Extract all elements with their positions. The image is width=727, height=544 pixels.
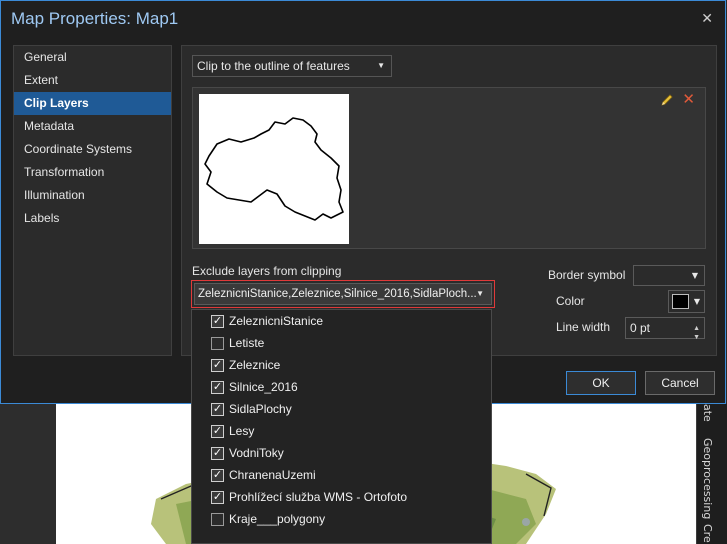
checkbox-checked[interactable]: ✓ bbox=[211, 359, 224, 372]
exclude-layers-dropdown[interactable]: ZeleznicniStanice,Zeleznice,Silnice_2016… bbox=[191, 280, 495, 308]
dialog-title: Map Properties: Map1 bbox=[11, 9, 179, 28]
list-item[interactable]: Kraje___polygony bbox=[192, 508, 491, 530]
nav-item-metadata[interactable]: Metadata bbox=[14, 115, 171, 138]
list-item[interactable]: ✓ Silnice_2016 bbox=[192, 376, 491, 398]
chevron-down-icon: ▼ bbox=[693, 297, 700, 306]
dock-tab-create[interactable]: Cre bbox=[701, 524, 714, 543]
checkbox-checked[interactable]: ✓ bbox=[211, 315, 224, 328]
layer-label: ChranenaUzemi bbox=[229, 468, 316, 482]
line-width-input[interactable]: 0 pt ▲ ▼ bbox=[625, 317, 705, 341]
checkbox-checked[interactable]: ✓ bbox=[211, 381, 224, 394]
chevron-down-icon: ▼ bbox=[377, 61, 385, 70]
nav-item-transformation[interactable]: Transformation bbox=[14, 161, 171, 184]
line-width-value: 0 pt bbox=[630, 321, 651, 335]
checkbox-checked[interactable]: ✓ bbox=[211, 469, 224, 482]
checkbox-checked[interactable]: ✓ bbox=[211, 403, 224, 416]
layer-label: Kraje___polygony bbox=[229, 512, 326, 526]
color-picker-button[interactable]: ▼ bbox=[668, 290, 705, 313]
dock-tab-geoprocessing[interactable]: Geoprocessing bbox=[701, 438, 714, 519]
pencil-icon[interactable] bbox=[659, 92, 675, 108]
checkbox-unchecked[interactable] bbox=[211, 513, 224, 526]
checkbox-checked[interactable]: ✓ bbox=[211, 447, 224, 460]
layer-label: SidlaPlochy bbox=[229, 402, 292, 416]
list-item[interactable]: ✓ VodniToky bbox=[192, 442, 491, 464]
border-symbol-label: Border symbol bbox=[548, 268, 626, 282]
layer-label: Zeleznice bbox=[229, 358, 281, 372]
exclude-layers-field[interactable]: ZeleznicniStanice,Zeleznice,Silnice_2016… bbox=[194, 283, 492, 305]
exclude-layers-label: Exclude layers from clipping bbox=[192, 264, 342, 278]
clip-mode-dropdown[interactable]: Clip to the outline of features ▼ bbox=[192, 55, 392, 77]
exclude-layers-value: ZeleznicniStanice,Zeleznice,Silnice_2016… bbox=[198, 288, 477, 300]
layer-label: ZeleznicniStanice bbox=[229, 314, 324, 328]
region-outline-graphic bbox=[204, 117, 344, 221]
color-swatch bbox=[672, 294, 689, 309]
nav-item-general[interactable]: General bbox=[14, 46, 171, 69]
ok-button[interactable]: OK bbox=[566, 371, 636, 395]
list-item[interactable]: ✓ Lesy bbox=[192, 420, 491, 442]
border-symbol-dropdown[interactable]: ▼ bbox=[633, 265, 705, 286]
layer-label: Lesy bbox=[229, 424, 255, 438]
dock-tab-partial[interactable]: ate bbox=[701, 404, 714, 422]
layer-label: Letiste bbox=[229, 336, 265, 350]
nav-item-coordinate-systems[interactable]: Coordinate Systems bbox=[14, 138, 171, 161]
layer-label: Silnice_2016 bbox=[229, 380, 298, 394]
layer-label: Prohlížecí služba WMS - Ortofoto bbox=[229, 490, 408, 504]
nav-item-extent[interactable]: Extent bbox=[14, 69, 171, 92]
app-right-dock: ate Geoprocessing Cre bbox=[696, 404, 727, 544]
nav-item-clip-layers[interactable]: Clip Layers bbox=[14, 92, 171, 115]
list-item[interactable]: ✓ Prohlížecí služba WMS - Ortofoto bbox=[192, 486, 491, 508]
clip-mode-value: Clip to the outline of features bbox=[197, 59, 350, 73]
delete-icon[interactable]: ✕ bbox=[682, 90, 695, 108]
clip-preview-area: ✕ bbox=[192, 87, 706, 249]
checkbox-checked[interactable]: ✓ bbox=[211, 491, 224, 504]
color-label: Color bbox=[556, 294, 585, 308]
nav-item-illumination[interactable]: Illumination bbox=[14, 184, 171, 207]
checkbox-checked[interactable]: ✓ bbox=[211, 425, 224, 438]
list-item[interactable]: ✓ Zeleznice bbox=[192, 354, 491, 376]
list-item[interactable]: ✓ SidlaPlochy bbox=[192, 398, 491, 420]
nav-item-labels[interactable]: Labels bbox=[14, 207, 171, 230]
checkbox-unchecked[interactable] bbox=[211, 337, 224, 350]
properties-nav: General Extent Clip Layers Metadata Coor… bbox=[13, 45, 172, 356]
layer-label: VodniToky bbox=[229, 446, 284, 460]
clip-shape-preview bbox=[199, 94, 349, 244]
chevron-down-icon: ▼ bbox=[476, 289, 484, 298]
line-width-label: Line width bbox=[556, 320, 611, 334]
list-item[interactable]: ✓ ZeleznicniStanice bbox=[192, 310, 491, 332]
chevron-down-icon: ▼ bbox=[691, 271, 698, 280]
close-icon[interactable]: ✕ bbox=[701, 11, 713, 27]
list-item[interactable]: ✓ ChranenaUzemi bbox=[192, 464, 491, 486]
app-left-panel bbox=[0, 404, 56, 544]
cancel-button[interactable]: Cancel bbox=[645, 371, 715, 395]
spin-down-icon[interactable]: ▼ bbox=[693, 328, 700, 348]
exclude-layers-list: ✓ ZeleznicniStanice Letiste ✓ Zeleznice ✓ S… bbox=[191, 309, 492, 544]
list-item[interactable]: Letiste bbox=[192, 332, 491, 354]
